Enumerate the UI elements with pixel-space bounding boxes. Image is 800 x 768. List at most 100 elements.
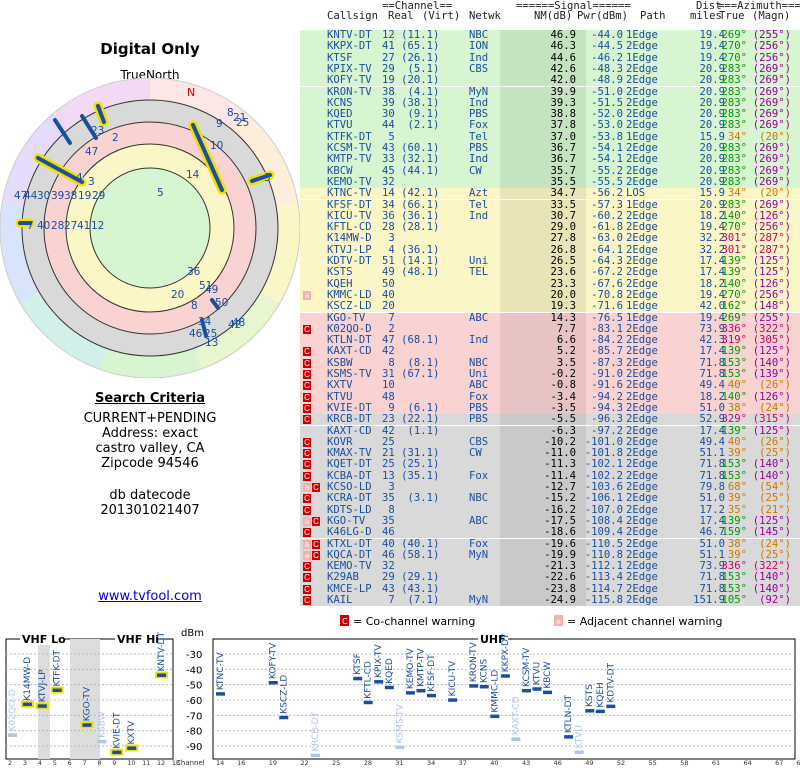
path-cell: 2Edge [626,492,658,505]
uhf-channel-tick: 19 [269,759,277,767]
table-row: KSTS 49 (48.1) TEL 23.6 -67.2 2Edge 17.4 139° (1… [300,266,800,279]
channel-cell: 44 (2.1) [382,119,440,132]
station-mark [268,680,278,685]
station-mark [511,737,521,741]
co-channel-warning-icon: C [303,573,311,583]
polar-channel-label: 14 [186,169,200,181]
path-cell: 2Edge [626,526,658,539]
uhf-channel-tick: 46 [554,759,562,767]
co-channel-warning-icon: C [303,381,311,391]
nm-cell: 19.3 [550,300,576,313]
vhf-channel-tick: 9 [112,759,116,767]
table-row: C KAXT-CD 42 5.2 -85.7 2Edge 17.4 139° (125°) [300,346,800,358]
table-row: C KXTV 10 ABC -0.8 -91.6 2Edge 49.4 40° (26°) [300,379,800,392]
uhf-channel-tick: 67 [775,759,783,767]
network-cell: CW [469,164,482,177]
channel-cell: 49 (48.1) [382,266,440,279]
adjacent-channel-warning-icon: a [303,483,311,492]
polar-channel-label: 49 [205,284,218,296]
uhf-channel-tick: 61 [712,759,720,767]
path-cell: 1Edge [626,300,658,313]
callsign-cell: K29AB [327,571,359,584]
tvfool-link[interactable]: www.tvfool.com [0,589,300,604]
table-row: C KAIL 7 (7.1) MyN -24.9 -115.8 2Edge 151.9 105… [300,594,800,607]
power-cell: -63.0 [591,232,623,245]
station-mark [585,709,595,713]
path-cell: 2Edge [626,379,658,392]
azimuth-true-cell: 139° [721,266,747,279]
table-row: KKPX-DT 41 (65.1) ION 46.3 -44.5 2Edge 19.4 270… [300,40,800,53]
power-cell: -91.6 [591,379,623,392]
azimuth-true-cell: 105° [721,594,747,606]
station-mark [37,704,47,708]
station-label: KICU-TV [448,660,458,696]
nm-cell: 37.8 [550,119,576,132]
power-cell: -71.6 [591,300,623,313]
channel-axis-label: Channel [176,759,205,767]
network-cell: Fox [469,119,489,132]
header-nm: NM(dB) [534,10,573,22]
polar-channel-label: 2 [112,132,119,144]
co-channel-warning-icon: C [303,437,311,447]
polar-channel-label: 9 [216,118,223,130]
power-cell: -44.5 [591,40,623,53]
station-mark [416,688,426,693]
table-row: C K46LG-D 46 -18.6 -109.4 2Edge 46.7 159° (145°) [300,526,800,539]
azimuth-true-cell: 153° [721,571,747,584]
polar-outer-wedge [123,78,150,102]
network-cell: Azt [469,187,489,200]
polar-channel-label: 10 [210,140,223,152]
callsign-cell: KMTP-TV [327,153,372,166]
station-mark [532,687,542,691]
nm-cell: -5.5 [550,413,576,426]
y-tick-label: -40 [186,665,202,676]
station-label: KBCW [543,661,553,688]
co-channel-warning-icon: C [303,358,311,368]
nm-cell: 34.7 [550,187,576,200]
network-cell: MyN [469,594,489,606]
network-cell: ABC [469,379,489,392]
station-label: KTVU [533,662,543,685]
header-callsign: Callsign [327,10,379,22]
nm-cell: 42.0 [550,74,576,87]
datecode-block: db datecode 201301021407 [0,488,300,518]
polar-outer-wedge [150,354,177,378]
vhf-channel-tick: 13 [172,759,180,767]
table-row: C K29AB 29 (29.1) -22.6 -113.4 2Edge 71.8 153°(… [300,571,800,584]
spectrum-panel: C = Co-channel warning a = Adjacent channel… [0,612,800,768]
polar-outer-wedge [123,354,150,378]
polar-channel-label: 50 [215,297,228,309]
station-mark [479,684,489,689]
datecode-label: db datecode [109,488,191,503]
y-axis-unit: dBm [181,628,204,639]
polar-channel-label: 40 [37,220,50,232]
uhf-channel-tick: 64 [744,759,752,767]
network-cell: CBS [469,62,489,75]
station-label: KRON-TV [469,641,479,682]
nm-cell: -18.6 [544,526,576,539]
polar-channel-label: 44 [24,190,38,202]
co-channel-warning-icon: C [303,347,311,357]
nm-cell: -22.6 [544,571,576,584]
station-label: KCNS [480,659,490,683]
adjacent-channel-legend-symbol: a [556,617,561,626]
station-label: KDTV-DT [606,662,616,702]
station-mark [157,673,166,677]
channel-cell: 23 (22.1) [382,413,440,426]
co-channel-warning-icon: C [312,516,320,526]
power-cell: -96.3 [591,413,623,426]
station-label: KQEH [596,682,606,707]
polar-channel-label: 12 [91,220,104,232]
station-label: KTVJ-LP [38,669,48,702]
table-row: KSCZ-LD 20 19.3 -71.6 1Edge 42.0 162° (148°) [300,300,800,313]
azimuth-true-cell: 283° [721,153,747,166]
polar-channel-label: 41 [77,220,90,232]
vhf-channel-tick: 5 [53,759,57,767]
vhf-channel-tick: 12 [157,759,165,767]
y-tick-label: -50 [186,681,202,692]
channel-cell: 10 [382,379,395,392]
station-mark [310,753,320,758]
criteria-line: Zipcode 94546 [101,456,199,471]
station-mark [52,688,62,692]
station-mark [82,723,92,727]
